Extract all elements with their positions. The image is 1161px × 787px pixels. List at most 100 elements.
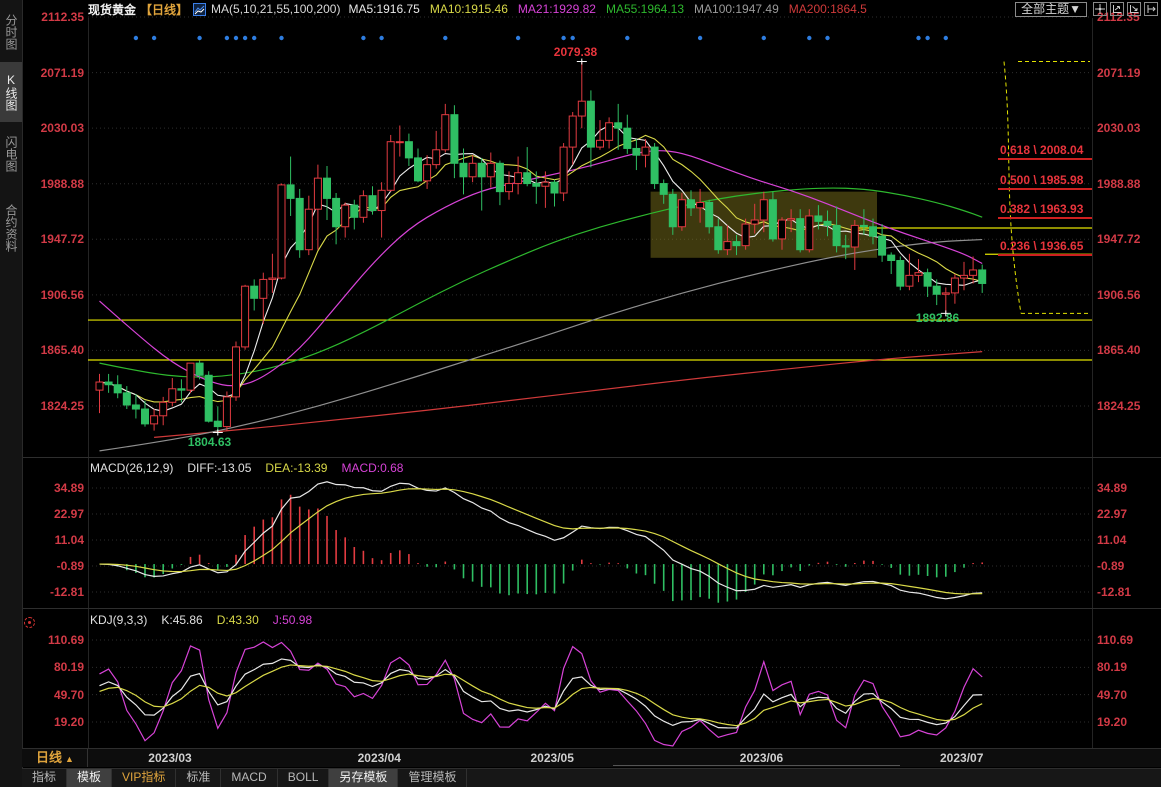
event-dot[interactable] — [224, 35, 230, 41]
candle — [778, 219, 786, 240]
panel-divider — [22, 457, 1161, 458]
candle — [168, 388, 177, 403]
event-dot[interactable] — [916, 35, 921, 41]
macd-header: MACD(26,12,9) DIFF:-13.05 DEA:-13.39 MAC… — [90, 461, 403, 475]
chart-canvas[interactable] — [0, 0, 1161, 787]
kdj-k-value: K:45.86 — [161, 613, 203, 627]
price-axis-label: 1988.88 — [40, 176, 84, 191]
pan-icon[interactable] — [1093, 2, 1107, 16]
event-dot[interactable] — [252, 35, 257, 41]
event-dot[interactable] — [625, 35, 630, 41]
kdj-alert-icon[interactable] — [24, 617, 35, 628]
price-axis-label: 1947.72 — [1097, 232, 1141, 247]
candle — [532, 183, 541, 187]
up-triangle-icon: ▲ — [65, 754, 74, 764]
event-dot[interactable] — [151, 35, 157, 41]
candle — [941, 292, 950, 295]
bottom-tab-2[interactable]: VIP指标 — [112, 769, 177, 787]
event-dot[interactable] — [761, 35, 766, 41]
candle — [395, 141, 404, 144]
price-axis-label: 2030.03 — [1097, 121, 1141, 136]
bottom-tab-3[interactable]: 标准 — [176, 769, 222, 787]
macd-dea-line — [99, 488, 983, 595]
event-dot[interactable] — [925, 35, 930, 41]
event-dot[interactable] — [379, 35, 384, 41]
candle — [950, 277, 959, 294]
bottom-tab-5[interactable]: BOLL — [278, 769, 330, 787]
ma-line-MA5 — [99, 124, 983, 412]
event-dot[interactable] — [133, 35, 139, 41]
fib-level-label[interactable]: 0.236 \ 1936.65 — [998, 239, 1092, 257]
macd-axis-label: 34.89 — [1097, 481, 1128, 495]
bottom-tab-1[interactable]: 模板 — [67, 769, 113, 787]
event-dot[interactable] — [197, 35, 202, 41]
candle — [723, 241, 732, 251]
event-dot[interactable] — [515, 35, 521, 41]
ma-values: MA5:1916.75 MA10:1915.46 MA21:1929.82 MA55:… — [348, 2, 876, 16]
event-dot[interactable] — [561, 35, 566, 41]
event-dot[interactable] — [361, 35, 366, 41]
candle — [677, 199, 686, 228]
fib-level-label[interactable]: 0.500 \ 1985.98 — [998, 173, 1092, 190]
symbol-name: 现货黄金 — [88, 2, 137, 17]
event-dot[interactable] — [443, 35, 448, 41]
ma-line-MA100 — [99, 238, 983, 452]
sidebar-tab-1[interactable]: K线图 — [0, 62, 22, 122]
period-tag: 【日线】 — [140, 2, 189, 17]
date-tick: 2023/04 — [357, 751, 401, 765]
event-dot[interactable] — [279, 35, 284, 41]
candle — [859, 224, 868, 228]
macd-axis-label: -0.89 — [1097, 559, 1125, 573]
candle — [250, 285, 259, 299]
sidebar-tab-3[interactable]: 合约资料 — [0, 188, 22, 268]
fib-level-label[interactable]: 0.382 \ 1963.93 — [998, 202, 1092, 220]
fib-level-label[interactable]: 0.618 \ 2008.04 — [998, 143, 1092, 160]
price-axis-label: 1824.25 — [1097, 398, 1141, 413]
period-selector[interactable]: 日线 ▲ — [23, 749, 88, 767]
bottom-tab-6[interactable]: 另存模板 — [329, 769, 399, 787]
bottom-tab-4[interactable]: MACD — [221, 769, 278, 787]
candle — [623, 127, 632, 149]
event-dot[interactable] — [233, 35, 239, 41]
price-axis-label: 2030.03 — [40, 121, 84, 136]
event-dot[interactable] — [242, 35, 248, 41]
event-dot[interactable] — [807, 35, 812, 41]
candle — [277, 184, 286, 279]
fit-height-icon[interactable] — [1127, 2, 1141, 16]
fit-width-icon[interactable] — [1110, 2, 1124, 16]
event-dot[interactable] — [943, 35, 948, 41]
kdj-axis-label: 80.19 — [53, 660, 84, 675]
bottom-tab-0[interactable]: 指标 — [22, 769, 68, 787]
bottom-tab-7[interactable]: 管理模板 — [398, 769, 468, 787]
ma-line-MA200 — [154, 351, 983, 438]
sidebar-tab-0[interactable]: 分时图 — [0, 4, 22, 60]
candle — [923, 272, 932, 287]
candle — [423, 164, 432, 182]
candle — [268, 277, 277, 280]
candle — [486, 162, 495, 178]
candle — [177, 388, 186, 391]
candle — [286, 184, 295, 199]
candle — [505, 183, 513, 193]
scroll-indicator[interactable] — [613, 765, 900, 766]
price-axis-label: 1824.25 — [40, 398, 84, 413]
candle — [878, 235, 887, 256]
event-dot[interactable] — [570, 35, 575, 41]
shift-right-icon[interactable] — [1144, 2, 1158, 16]
candle — [805, 215, 814, 251]
candle — [323, 177, 331, 199]
macd-axis-label: 11.04 — [1097, 532, 1127, 547]
themes-dropdown-button[interactable]: 全部主题▼ — [1015, 1, 1087, 17]
candle — [523, 172, 532, 185]
ma-value-2: MA21:1929.82 — [517, 2, 596, 16]
sidebar-tab-2[interactable]: 闪电图 — [0, 124, 22, 184]
candle — [559, 146, 568, 194]
candle — [377, 189, 386, 212]
candle — [204, 374, 213, 422]
event-dot[interactable] — [697, 35, 703, 41]
event-dot[interactable] — [825, 35, 830, 41]
candle — [414, 157, 422, 182]
ma-value-1: MA10:1915.46 — [429, 2, 508, 16]
kdj-j-value: J:50.98 — [272, 613, 313, 627]
candle — [823, 220, 832, 226]
